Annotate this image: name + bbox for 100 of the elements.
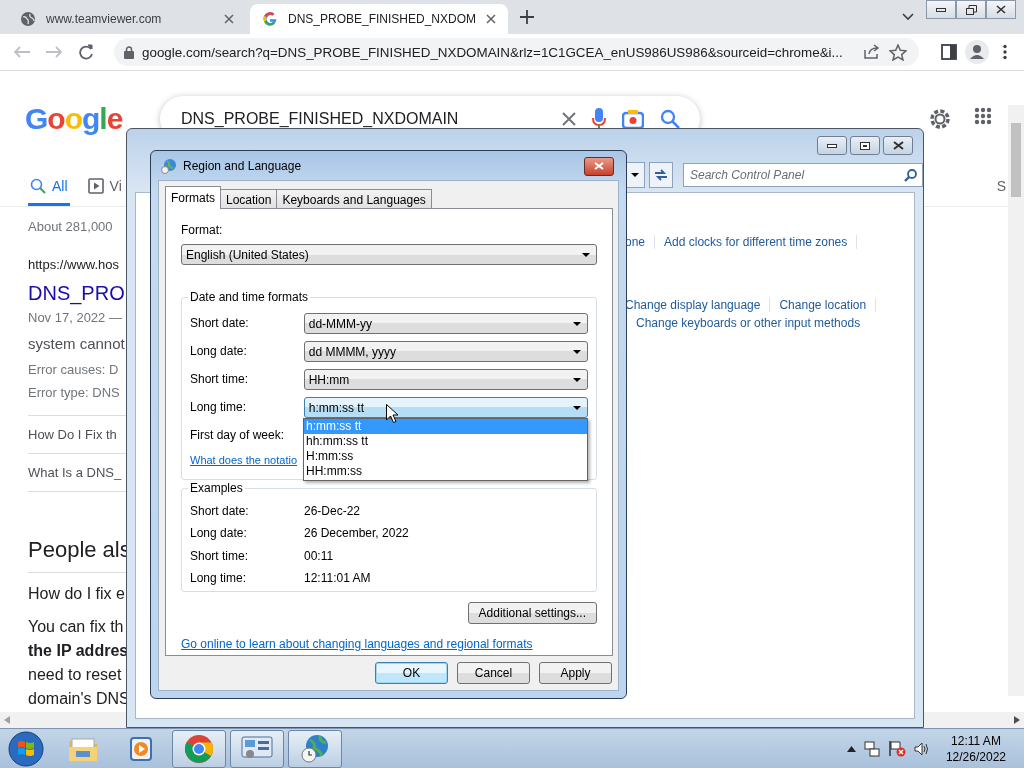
media-player-icon[interactable] [128,735,154,762]
caret-icon [573,405,581,410]
field-label: Long time: [190,571,248,587]
search-icon[interactable] [660,109,680,129]
question-item[interactable]: How do I fix e [28,584,128,604]
close-icon[interactable] [224,14,234,24]
dropdown-option[interactable]: H:mm:ss [304,449,587,464]
additional-settings-button[interactable]: Additional settings... [467,602,597,624]
start-orb-icon[interactable] [8,730,44,767]
dialog-tab[interactable]: Formats [165,186,221,209]
answer-text: need to reset [28,665,123,685]
side-panel-icon[interactable] [941,44,957,60]
maximize-icon[interactable] [860,141,870,150]
taskbar-button[interactable] [288,729,342,768]
network-icon[interactable] [863,740,880,757]
result-title-link[interactable]: DNS_PRO [28,280,128,306]
format-dropdown[interactable]: dd MMMM, yyyy [303,341,588,362]
lock-icon [124,45,134,59]
google-g-icon[interactable] [262,11,278,27]
microphone-icon[interactable] [592,108,606,130]
format-dropdown[interactable]: English (United States) [181,244,597,265]
play-icon[interactable] [87,178,104,194]
search-icon[interactable] [30,178,46,194]
new-tab-icon[interactable] [520,10,535,24]
caret-icon [573,321,581,326]
task-link[interactable]: Change keyboards or other input methods [636,316,870,330]
help-link[interactable]: What does the notatio [190,453,297,468]
search-tab[interactable]: All [28,169,70,206]
settings-icon[interactable] [928,107,952,131]
star-icon[interactable] [889,43,907,61]
help-link[interactable]: Go online to learn about changing languages and regional formats [181,637,533,652]
field-label: Short date: [190,503,250,519]
close-button[interactable] [986,0,1016,19]
minimize-button[interactable] [926,0,956,19]
example-value: 12:11:01 AM [304,571,372,587]
restore-icon[interactable] [965,4,977,15]
camera-icon[interactable] [622,109,644,129]
scroll-right-icon[interactable] [1014,716,1020,724]
close-icon[interactable] [892,141,904,150]
refresh-icon [654,168,668,182]
dropdown-option[interactable]: hh:mm:ss tt [304,434,587,449]
clear-icon[interactable] [562,112,576,126]
field-label: Long date: [190,526,248,542]
caret-icon [631,173,639,177]
dialog-button[interactable]: OK [375,662,448,684]
browser-tab[interactable]: DNS_PROBE_FINISHED_NXDOM [250,4,509,34]
format-dropdown[interactable]: h:mm:ss tt [303,397,588,418]
dialog-button[interactable]: Cancel [457,662,530,684]
chevron-down-icon[interactable] [902,13,914,21]
speaker-icon[interactable] [913,741,930,756]
field-label: Long date: [190,344,248,359]
answer-text: You can fix th [28,617,125,637]
task-link[interactable]: Change location [779,298,877,312]
minimize-button[interactable] [817,136,847,155]
browser-tab[interactable]: www.teamviewer.com [8,4,246,34]
taskbar-button[interactable] [230,729,284,768]
globe-icon[interactable] [20,11,36,27]
result-snippet: system cannot [28,334,126,354]
share-icon[interactable] [863,44,881,60]
close-icon[interactable] [486,14,497,24]
result-url: https://www.hos [28,256,121,274]
google-logo[interactable]: Google [25,102,160,136]
tray-expand-icon[interactable] [846,745,856,752]
refresh-button[interactable] [649,162,673,188]
taskbar-button[interactable] [172,729,226,768]
dialog-tab[interactable]: Keyboards and Languages [276,189,432,209]
dropdown-option[interactable]: HH:mm:ss [304,464,587,479]
history-dropdown[interactable] [625,162,645,188]
result-fact: Error type: DNS [28,384,121,402]
folder-icon[interactable] [68,735,98,762]
search-tab[interactable]: Vi [85,169,124,206]
format-dropdown[interactable]: HH:mm [303,369,588,390]
result-fact: Error causes: D [28,361,120,379]
dialog-tab[interactable]: Location [220,189,278,209]
dialog-button[interactable]: Apply [539,662,612,684]
maximize-button[interactable] [850,136,880,155]
globe-clock-icon[interactable] [300,733,330,764]
example-value: 26 December, 2022 [304,526,410,542]
search-field[interactable]: Search Control Panel [683,163,923,187]
field-label: Short time: [190,548,250,564]
apps-grid-icon[interactable] [974,107,992,125]
profile-icon[interactable] [965,40,989,64]
result-date: Nov 17, 2022 — [28,309,123,327]
vertical-scrollbar[interactable] [1008,105,1024,696]
format-dropdown[interactable]: dd-MMM-yy [303,313,588,334]
chrome-icon[interactable] [184,733,214,764]
clock[interactable]: 12:11 AM 12/26/2022 [945,732,1006,765]
search-tab[interactable]: S [994,169,1008,206]
caret-icon [573,349,581,354]
close-icon[interactable] [996,5,1006,14]
close-button[interactable] [883,136,913,155]
task-link[interactable]: Add clocks for different time zones [664,235,858,249]
flag-icon[interactable] [887,740,906,757]
minimize-icon[interactable] [827,143,837,148]
minimize-icon[interactable] [936,7,946,12]
close-button[interactable] [584,156,614,176]
restore-button[interactable] [956,0,986,19]
search-field[interactable]: DNS_PROBE_FINISHED_NXDOMAIN [160,96,700,142]
address-bar[interactable]: google.com/search?q=DNS_PROBE_FINISHED_NXDOMAIN&rlz=1C1GCEA_enUS986US986&sourceid=chrome&i... [114,38,919,66]
field-label: Format: [181,223,224,238]
